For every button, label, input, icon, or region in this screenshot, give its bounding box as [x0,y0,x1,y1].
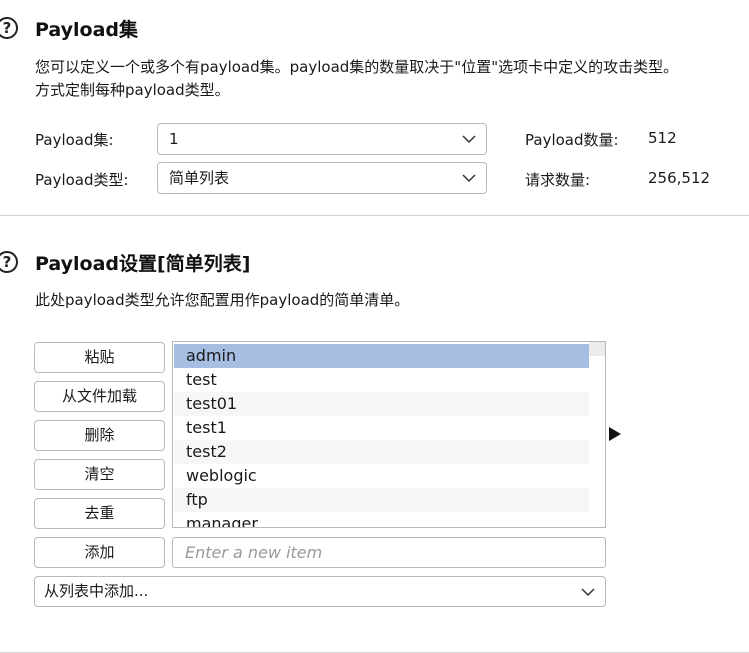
clear-button[interactable]: 清空 [34,459,165,490]
section-title-payload-settings: Payload设置[简单列表] [35,253,251,275]
triangle-right-icon[interactable] [609,427,621,441]
add-button[interactable]: 添加 [34,537,165,568]
payload-set-dropdown[interactable]: 1 [157,123,487,155]
list-scrollbar[interactable] [589,342,605,527]
load-from-file-button[interactable]: 从文件加载 [34,381,165,412]
chevron-down-icon [581,588,595,597]
list-item[interactable]: test2 [174,440,590,464]
list-item[interactable]: test [174,368,590,392]
section-divider [0,215,749,216]
list-item[interactable]: ftp [174,488,590,512]
new-item-input[interactable] [172,537,606,568]
list-item[interactable]: admin [174,344,590,368]
list-item[interactable]: weblogic [174,464,590,488]
payload-type-label: Payload类型: [35,171,129,189]
payload-settings-description: 此处payload类型允许您配置用作payload的简单清单。 [35,291,410,309]
list-item[interactable]: manager [174,512,590,527]
chevron-down-icon [462,135,476,144]
payload-set-value: 1 [169,130,179,148]
remove-button[interactable]: 删除 [34,420,165,451]
payload-set-label: Payload集: [35,131,114,149]
chevron-down-icon [462,174,476,183]
description-line2: 方式定制每种payload类型。 [35,81,230,99]
request-count-label: 请求数量: [525,171,591,189]
add-from-list-dropdown[interactable]: 从列表中添加... [34,576,606,607]
section-title-payload-sets: Payload集 [35,19,139,41]
payload-type-dropdown[interactable]: 简单列表 [157,162,487,194]
help-circle-icon[interactable]: ? [0,251,18,273]
add-from-list-label: 从列表中添加... [44,582,149,600]
list-item[interactable]: test1 [174,416,590,440]
list-item[interactable]: test01 [174,392,590,416]
payload-list[interactable]: admin test test01 test1 test2 weblogic f… [172,341,606,528]
payload-type-value: 简单列表 [169,169,230,187]
payload-count-value: 512 [648,129,677,147]
help-circle-icon[interactable]: ? [0,17,18,39]
deduplicate-button[interactable]: 去重 [34,498,165,529]
paste-button[interactable]: 粘贴 [34,342,165,373]
payload-count-label: Payload数量: [525,131,619,149]
description-line1: 您可以定义一个或多个有payload集。payload集的数量取决于"位置"选项… [35,58,679,76]
request-count-value: 256,512 [648,169,711,187]
scrollbar-thumb[interactable] [589,342,605,356]
